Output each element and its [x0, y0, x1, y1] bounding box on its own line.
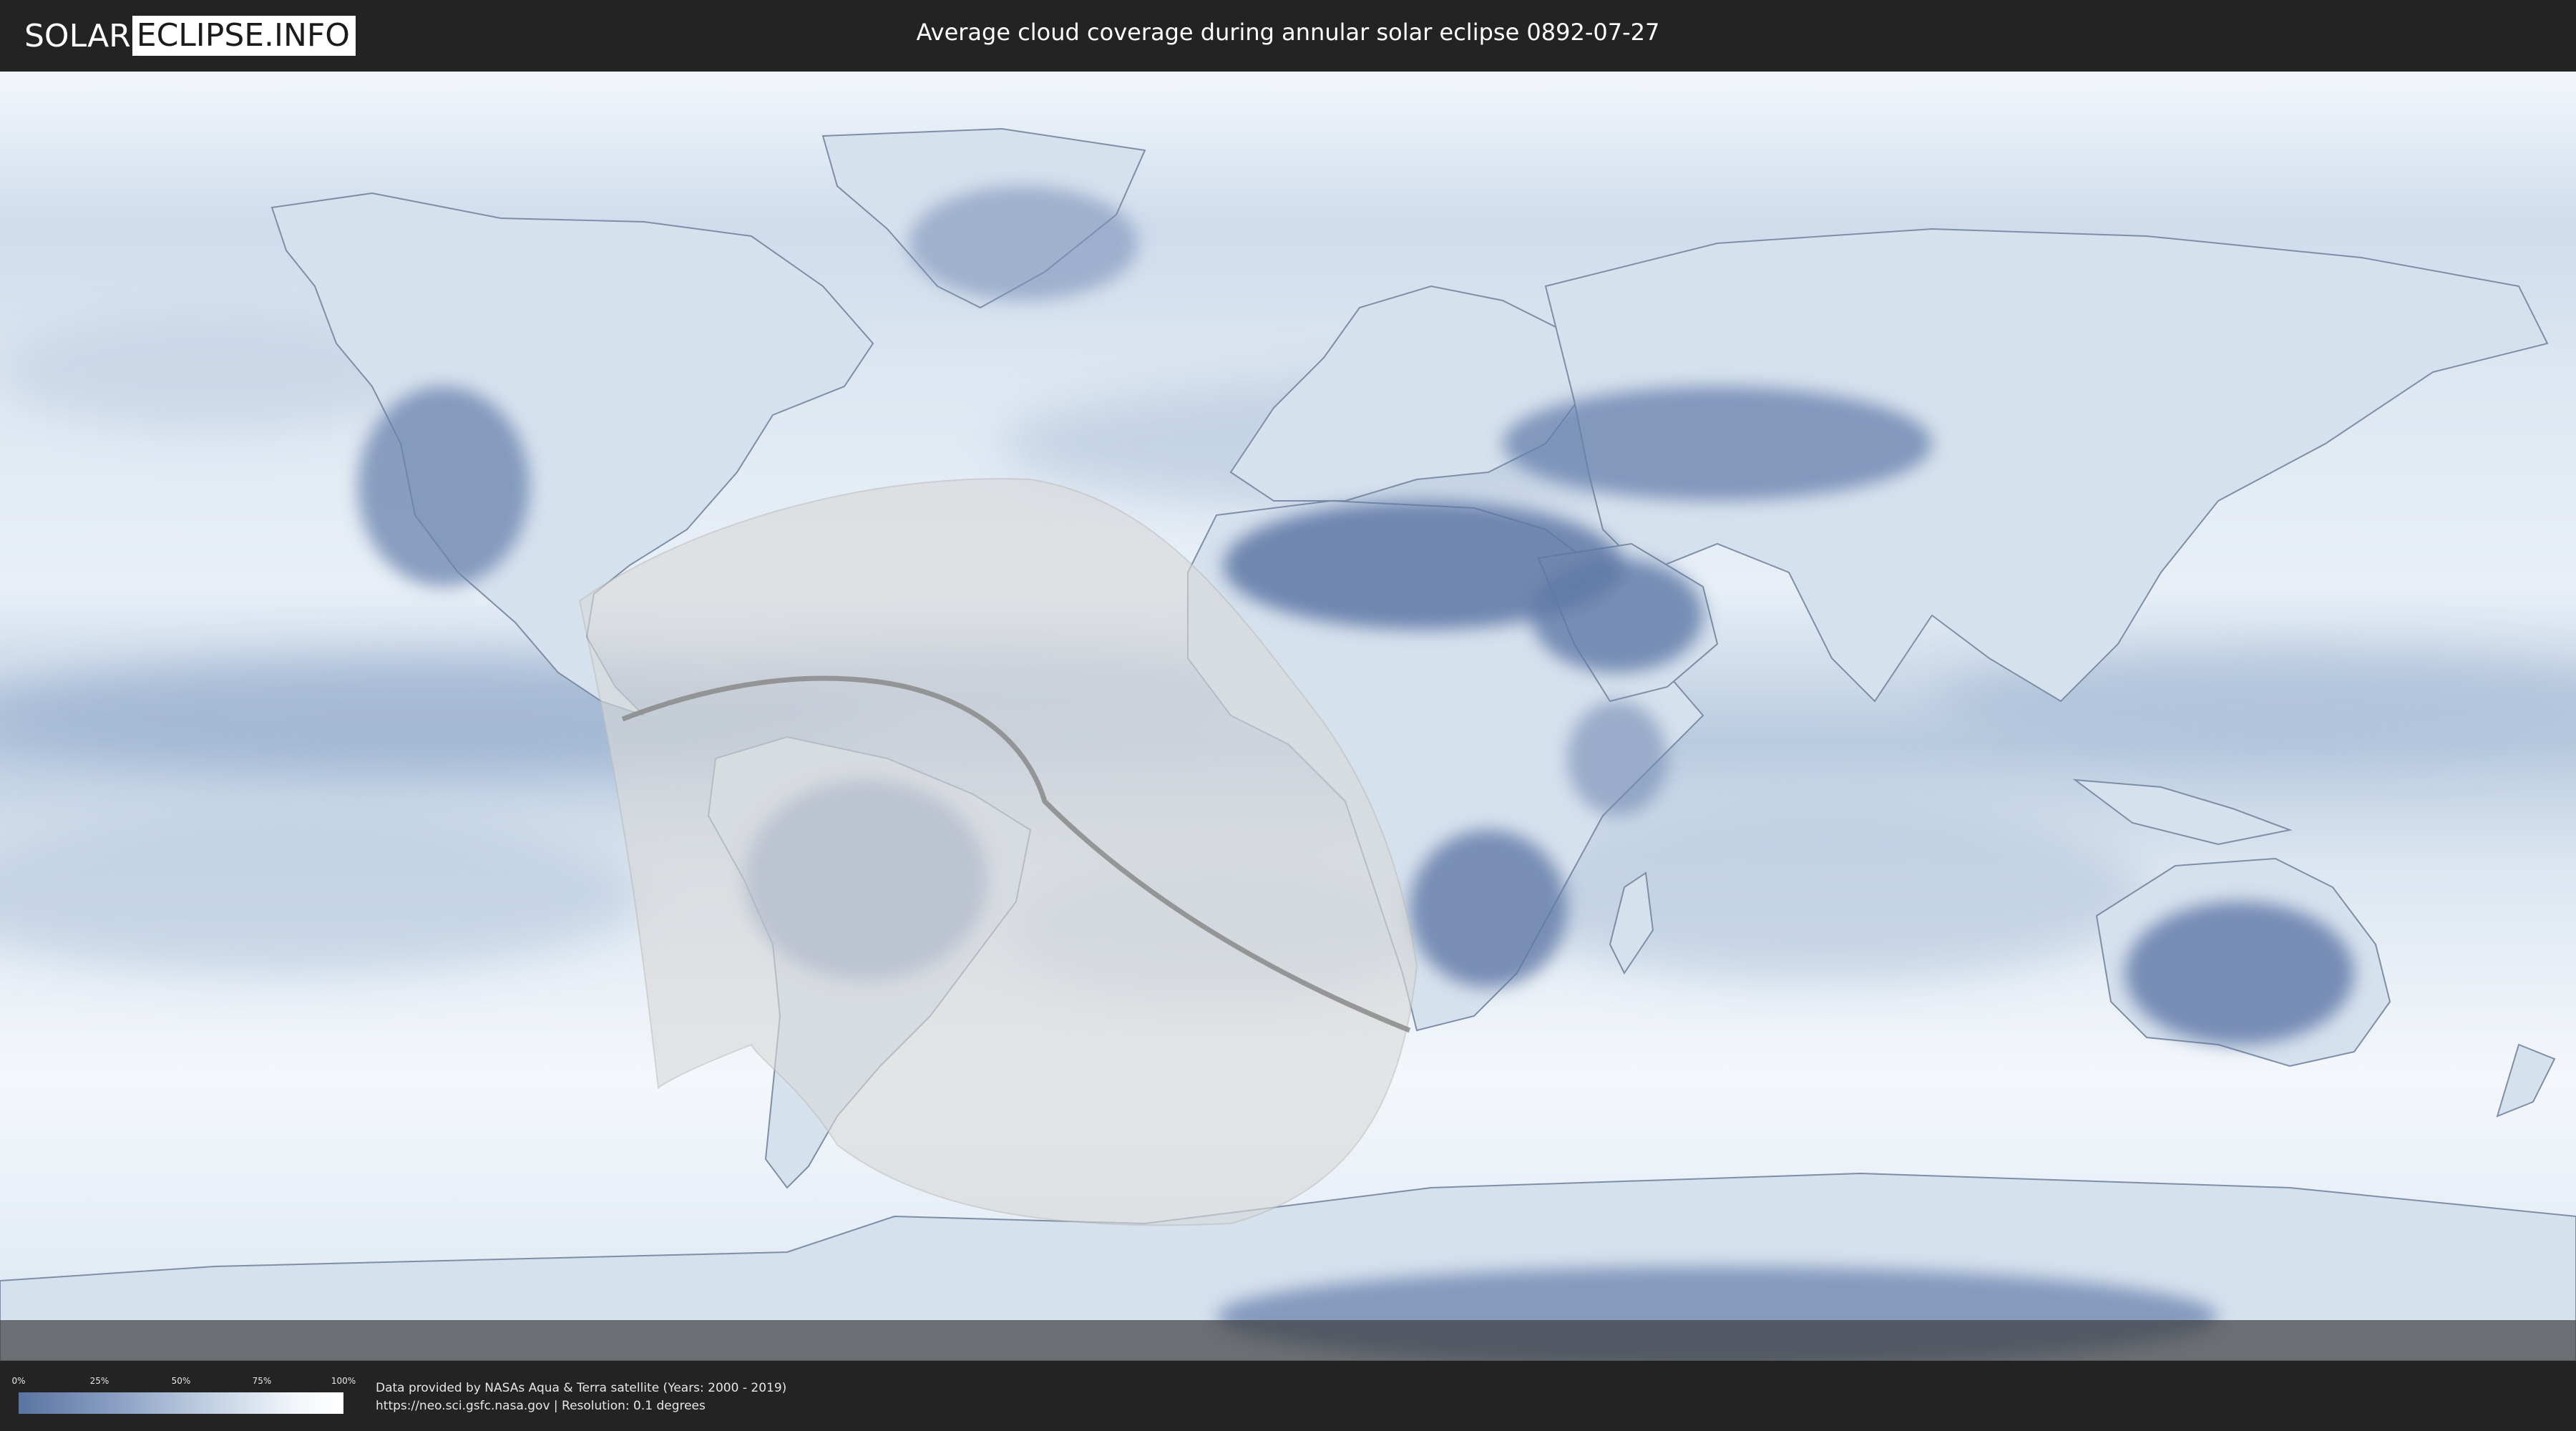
legend-tick-25: 25% — [89, 1376, 109, 1386]
map-bottom-strip — [0, 1320, 2576, 1361]
credit-line-url: https://neo.sci.gsfc.nasa.gov | Resoluti… — [376, 1399, 706, 1413]
data-credit: Data provided by NASAs Aqua & Terra sate… — [376, 1379, 786, 1415]
header-bar: SOLAR ECLIPSE.INFO Average cloud coverag… — [0, 0, 2576, 72]
legend-tick-50: 50% — [171, 1376, 191, 1386]
world-map-svg — [0, 72, 2576, 1361]
legend-tick-75: 75% — [252, 1376, 272, 1386]
legend-tick-labels: 0% 25% 50% 75% 100% — [11, 1376, 356, 1387]
credit-line-source: Data provided by NASAs Aqua & Terra sate… — [376, 1381, 787, 1395]
legend-tick-0: 0% — [11, 1376, 26, 1386]
cloud-coverage-legend-bar — [19, 1392, 343, 1414]
page-title: Average cloud coverage during annular so… — [916, 19, 1660, 46]
legend-tick-100: 100% — [331, 1376, 356, 1386]
cloud-coverage-map — [0, 72, 2576, 1361]
